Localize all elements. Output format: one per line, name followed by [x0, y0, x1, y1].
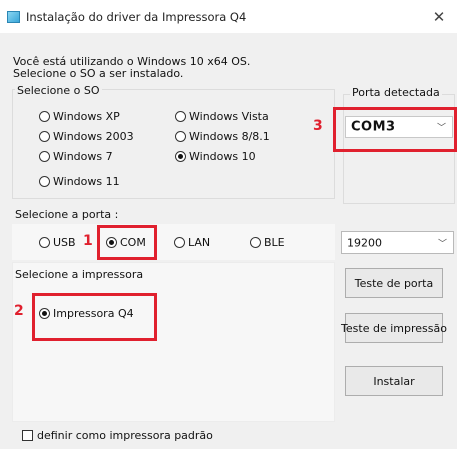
- radio-label: Windows 8/8.1: [189, 130, 270, 143]
- baud-rate-combo[interactable]: 19200 ﹀: [341, 231, 454, 254]
- install-button[interactable]: Instalar: [345, 366, 443, 396]
- annotation-number-2: 2: [14, 303, 24, 319]
- radio-windows-7[interactable]: Windows 7: [39, 150, 113, 163]
- radio-windows-10[interactable]: Windows 10: [175, 150, 256, 163]
- radio-circle: [175, 131, 186, 142]
- radio-windows-11[interactable]: Windows 11: [39, 175, 120, 188]
- radio-label: Windows Vista: [189, 110, 269, 123]
- radio-label: Windows 7: [53, 150, 113, 163]
- default-printer-checkbox[interactable]: definir como impressora padrão: [22, 429, 213, 442]
- radio-port-usb[interactable]: USB: [39, 236, 76, 249]
- radio-port-lan[interactable]: LAN: [174, 236, 210, 249]
- radio-windows-8[interactable]: Windows 8/8.1: [175, 130, 270, 143]
- port-select-label: Selecione a porta :: [15, 208, 119, 221]
- radio-label: BLE: [264, 236, 285, 249]
- radio-circle: [250, 237, 261, 248]
- detected-port-legend: Porta detectada: [350, 86, 442, 99]
- window-title: Instalação do driver da Impressora Q4: [26, 10, 247, 24]
- chevron-down-icon: ﹀: [437, 239, 447, 249]
- checkbox-box: [22, 430, 33, 441]
- app-icon: [7, 11, 20, 23]
- title-bar: Instalação do driver da Impressora Q4 ✕: [0, 0, 457, 33]
- annotation-box-printer: [32, 293, 157, 341]
- radio-label: Windows XP: [53, 110, 120, 123]
- checkbox-label: definir como impressora padrão: [37, 429, 213, 442]
- annotation-box-detected-port: [333, 107, 457, 152]
- printer-select-panel: [12, 262, 335, 422]
- radio-circle: [174, 237, 185, 248]
- radio-windows-2003[interactable]: Windows 2003: [39, 130, 134, 143]
- os-info-line-2: Selecione o SO a ser instalado.: [13, 67, 184, 80]
- radio-label: Windows 10: [189, 150, 256, 163]
- radio-circle: [175, 111, 186, 122]
- radio-label: Windows 2003: [53, 130, 134, 143]
- radio-windows-xp[interactable]: Windows XP: [39, 110, 120, 123]
- test-print-button[interactable]: Teste de impressão: [341, 313, 447, 343]
- baud-rate-value: 19200: [347, 236, 382, 249]
- printer-select-label: Selecione a impressora: [15, 268, 144, 281]
- radio-circle: [39, 176, 50, 187]
- radio-port-ble[interactable]: BLE: [250, 236, 285, 249]
- test-port-button[interactable]: Teste de porta: [345, 268, 443, 298]
- radio-circle: [39, 151, 50, 162]
- annotation-number-3: 3: [313, 118, 323, 134]
- radio-circle: [39, 131, 50, 142]
- radio-circle: [175, 151, 186, 162]
- radio-circle: [39, 237, 50, 248]
- os-info-text: Você está utilizando o Windows 10 x64 OS…: [13, 56, 250, 80]
- annotation-box-com: [97, 225, 157, 260]
- radio-label: USB: [53, 236, 76, 249]
- installer-window: Instalação do driver da Impressora Q4 ✕ …: [0, 0, 457, 449]
- annotation-number-1: 1: [83, 233, 93, 249]
- radio-windows-vista[interactable]: Windows Vista: [175, 110, 269, 123]
- os-group-legend: Selecione o SO: [15, 84, 102, 97]
- radio-label: Windows 11: [53, 175, 120, 188]
- radio-label: LAN: [188, 236, 211, 249]
- close-icon[interactable]: ✕: [421, 0, 457, 33]
- radio-circle: [39, 111, 50, 122]
